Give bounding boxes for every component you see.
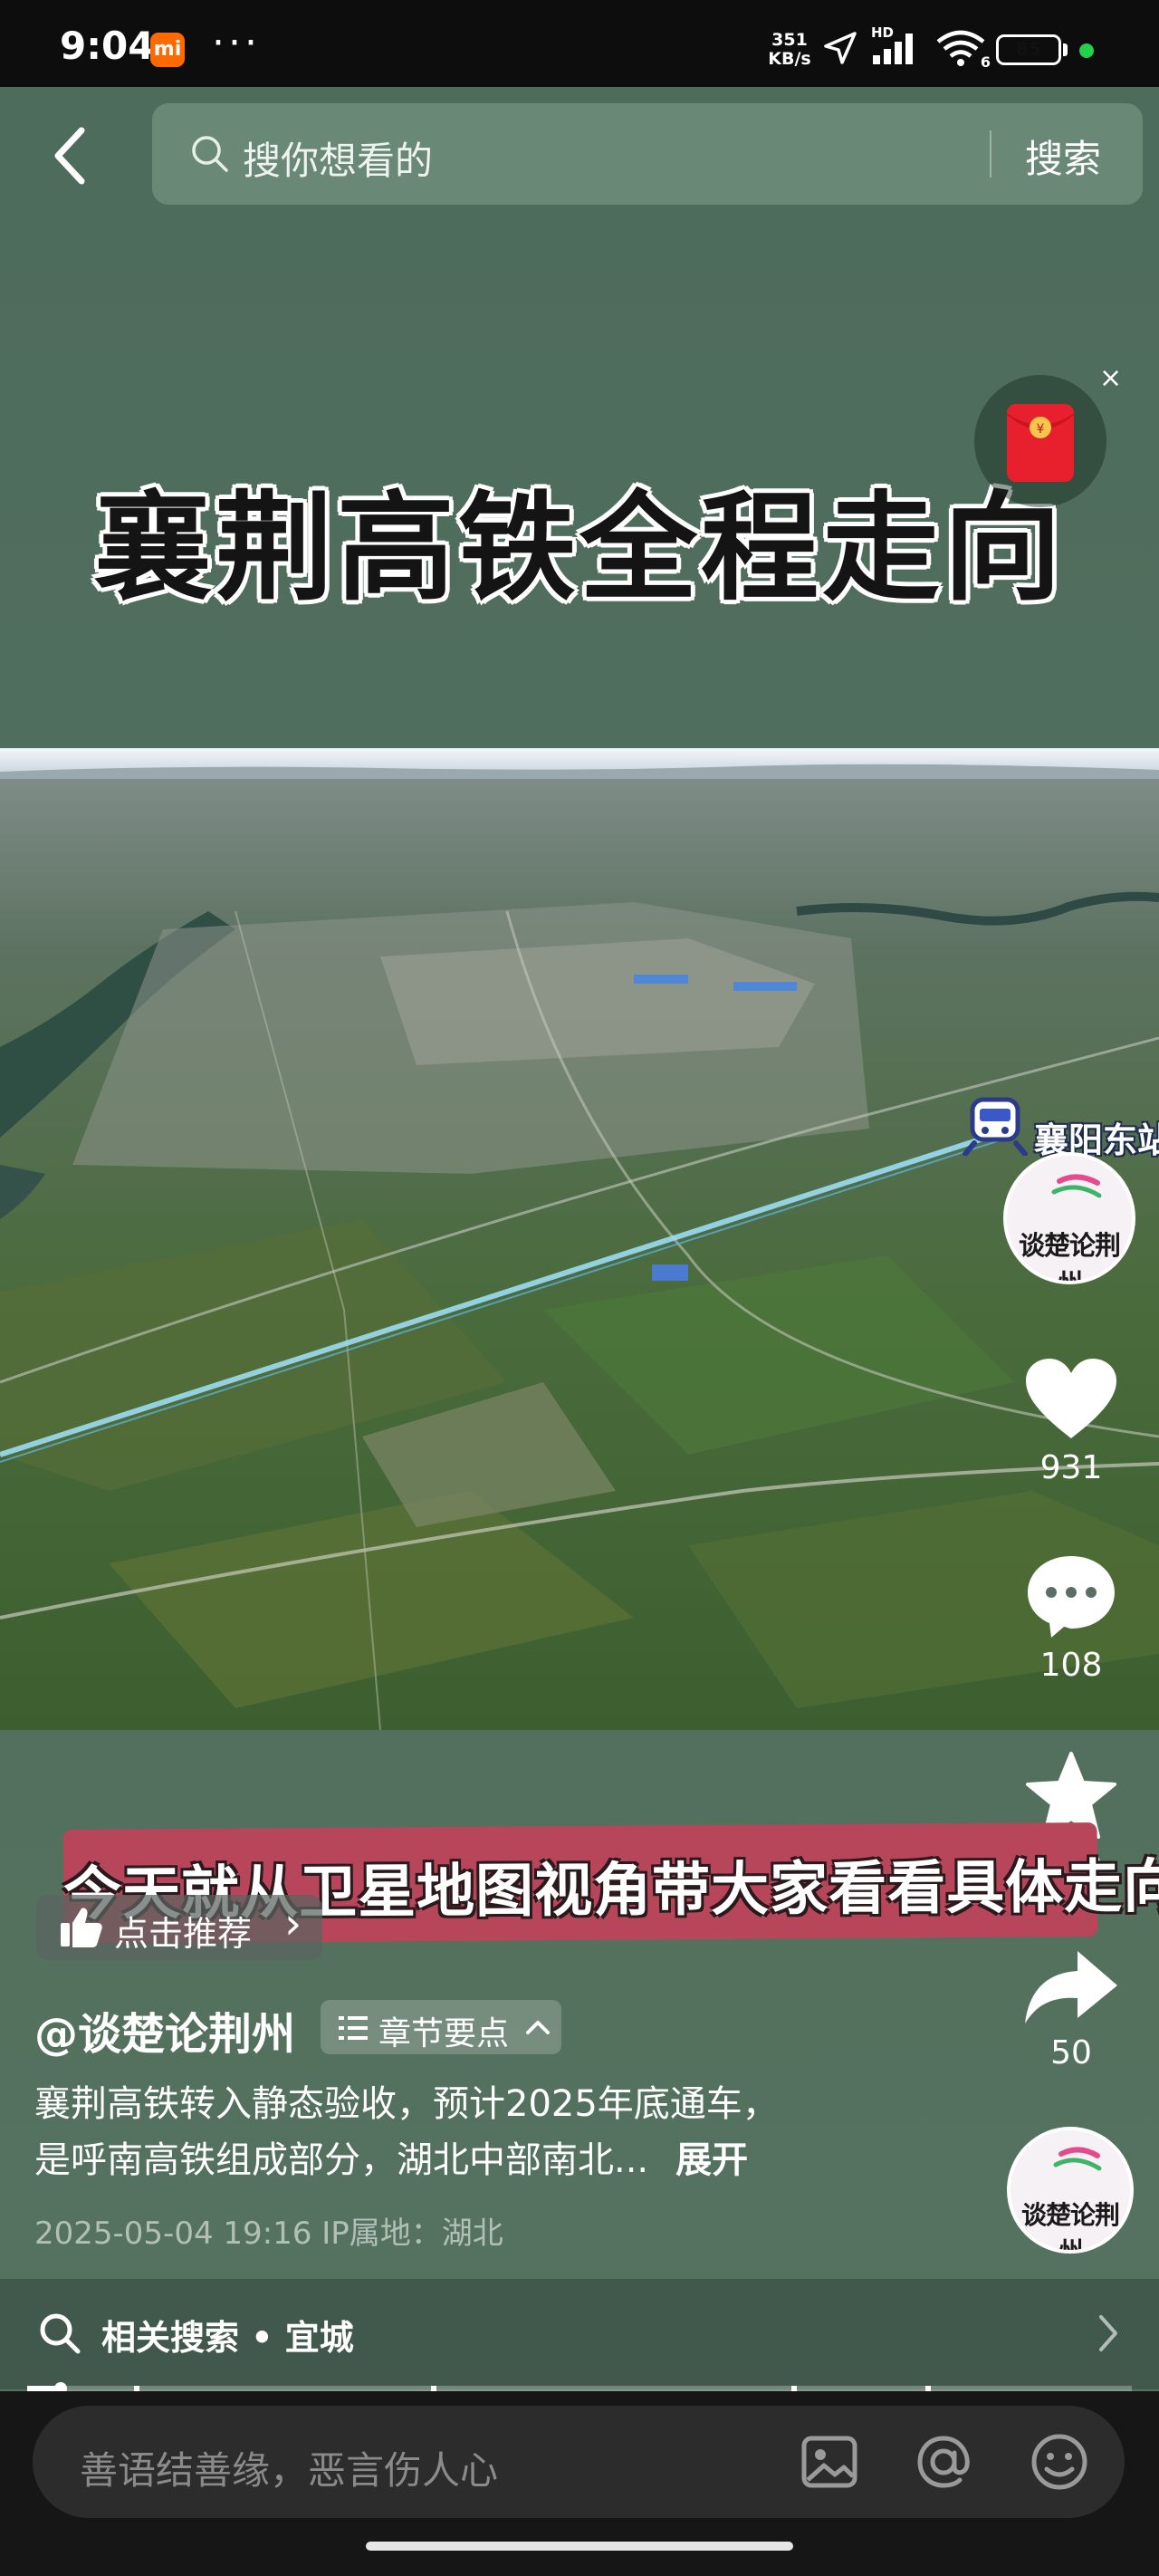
train-station-icon [963, 1097, 1028, 1156]
search-icon [192, 136, 228, 172]
disc-logo-icon [1053, 2147, 1102, 2171]
list-icon [339, 2016, 368, 2040]
back-button[interactable] [40, 120, 100, 192]
thumbs-up-icon [61, 1908, 102, 1947]
chapter-highlights-label: 章节要点 [378, 2015, 510, 2052]
disc-avatar-text: 谈楚论荆州 [1020, 2200, 1120, 2254]
emoji-icon[interactable] [1029, 2431, 1090, 2493]
search-input[interactable]: 搜你想看的 [243, 130, 433, 186]
chevron-right-icon [1099, 2315, 1117, 2351]
red-envelope-icon: ¥ [1007, 404, 1074, 482]
search-divider [990, 130, 991, 178]
comment-input[interactable]: 善语结善缘，恶言伤人心 [80, 2440, 498, 2495]
music-disc-avatar[interactable]: 谈楚论荆州 [1007, 2127, 1134, 2254]
svg-text:¥: ¥ [1037, 422, 1045, 437]
home-indicator[interactable] [366, 2542, 793, 2551]
post-meta: 2025-05-04 19:16 IP属地：湖北 [34, 2216, 503, 2252]
heart-icon [1026, 1359, 1116, 1438]
avatar-text: 谈楚论荆州 [1018, 1230, 1121, 1284]
description-line-2-text: 是呼南高铁组成部分，湖北中部南北... [34, 2139, 649, 2181]
search-icon [40, 2313, 81, 2354]
recommend-button[interactable]: 点击推荐 › [36, 1895, 322, 1960]
share-count: 50 [1050, 2034, 1092, 2071]
avatar-logo-icon [1051, 1174, 1102, 1198]
comment-icon [1028, 1556, 1115, 1638]
search-button[interactable]: 搜索 [1025, 129, 1101, 184]
like-button[interactable]: 931 [1012, 1357, 1130, 1486]
comment-count: 108 [1039, 1647, 1103, 1684]
like-count: 931 [1039, 1449, 1103, 1486]
mention-icon[interactable] [913, 2431, 974, 2493]
author-name[interactable]: @谈楚论荆州 [34, 1998, 295, 2062]
description-line-1: 襄荆高铁转入静态验收，预计2025年底通车， [34, 2083, 779, 2125]
related-search-text: 相关搜索 • 宜城 [101, 2318, 354, 2358]
description-line-2: 是呼南高铁组成部分，湖北中部南北... 展开 [34, 2132, 904, 2188]
author-avatar[interactable]: 谈楚论荆州 [1003, 1152, 1135, 1284]
satellite-map-image [0, 748, 1159, 1730]
video-screen: 9:04 mi ··· 351 KB/s HD 6 85 搜你想看的 搜索 襄荆… [0, 0, 1159, 2576]
red-packet-close-button[interactable]: × [1099, 362, 1122, 394]
related-search-bar[interactable]: 相关搜索 • 宜城 [0, 2279, 1159, 2389]
video-description: 襄荆高铁转入静态验收，预计2025年底通车， 是呼南高铁组成部分，湖北中部南北.… [34, 2076, 904, 2188]
expand-button[interactable]: 展开 [675, 2139, 748, 2181]
share-button[interactable]: 50 [1012, 1946, 1130, 2071]
image-icon[interactable] [799, 2431, 860, 2493]
comment-input-bar[interactable]: 善语结善缘，恶言伤人心 [33, 2406, 1125, 2518]
red-packet-widget[interactable]: ¥ [974, 375, 1106, 507]
search-bar[interactable]: 搜你想看的 搜索 [152, 103, 1143, 205]
recommend-chevron-icon: › [284, 1898, 302, 1949]
recommend-label: 点击推荐 [114, 1914, 253, 1954]
share-icon [1025, 1951, 1117, 2023]
chapter-highlights-button[interactable]: 章节要点 [321, 2000, 561, 2054]
comment-button[interactable]: 108 [1012, 1552, 1130, 1684]
chevron-up-icon [526, 2021, 550, 2034]
